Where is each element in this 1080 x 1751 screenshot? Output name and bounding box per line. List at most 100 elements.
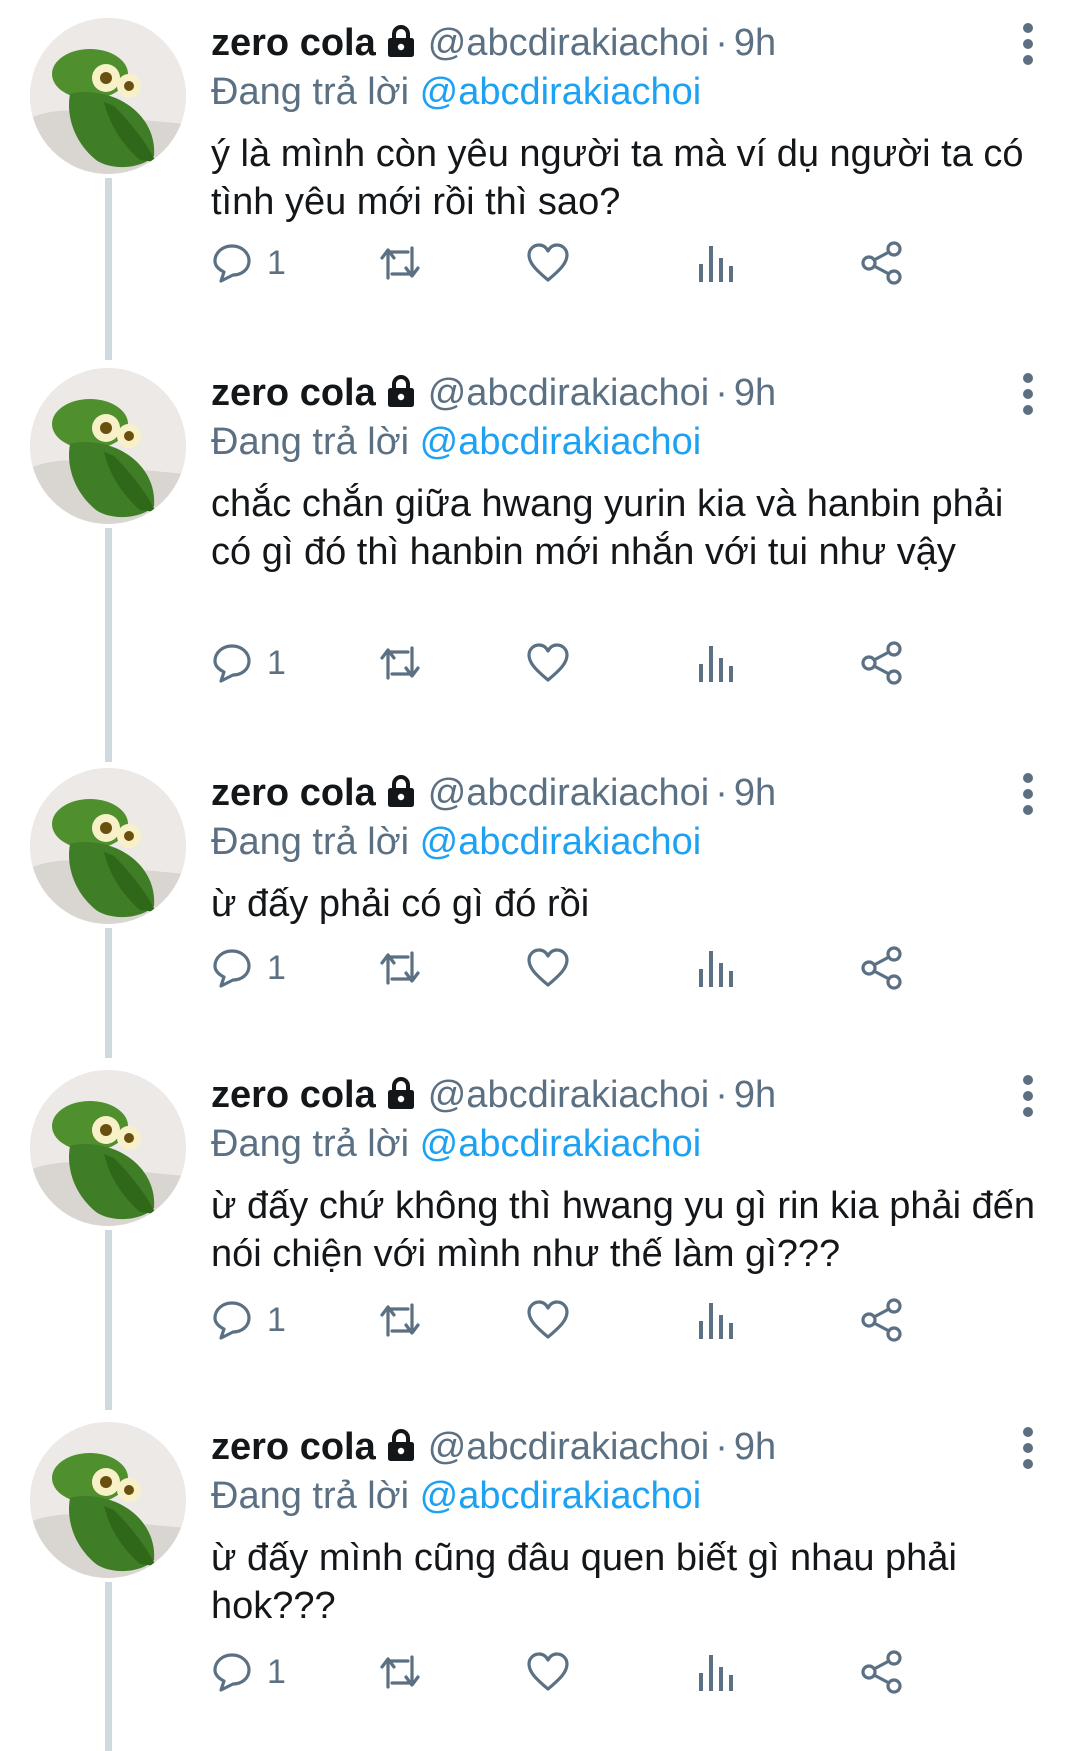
replying-to: Đang trả lời @abcdirakiachoi bbox=[211, 68, 1040, 116]
user-handle[interactable]: @abcdirakiachoi bbox=[428, 22, 710, 64]
heart-icon bbox=[526, 1651, 570, 1693]
more-vertical-icon[interactable] bbox=[1016, 1074, 1040, 1118]
share-button[interactable] bbox=[859, 1292, 905, 1348]
share-icon bbox=[859, 640, 905, 686]
replying-to-link[interactable]: @abcdirakiachoi bbox=[420, 821, 702, 863]
replying-to-link[interactable]: @abcdirakiachoi bbox=[420, 421, 702, 463]
share-button[interactable] bbox=[859, 1644, 905, 1700]
analytics-button[interactable] bbox=[696, 940, 736, 996]
timestamp[interactable]: 9h bbox=[734, 372, 776, 414]
replying-to-link[interactable]: @abcdirakiachoi bbox=[420, 71, 702, 113]
meta-separator: · bbox=[715, 372, 728, 414]
retweet-button[interactable] bbox=[376, 940, 424, 996]
replying-to: Đang trả lời @abcdirakiachoi bbox=[211, 818, 1040, 866]
retweet-button[interactable] bbox=[376, 1644, 424, 1700]
like-button[interactable] bbox=[526, 235, 570, 291]
meta-separator: · bbox=[715, 22, 728, 64]
replying-to-link[interactable]: @abcdirakiachoi bbox=[420, 1123, 702, 1165]
tweet[interactable]: zero cola @abcdirakiachoi · 9h Đang trả lời… bbox=[0, 750, 1080, 1052]
avatar[interactable] bbox=[30, 1070, 186, 1226]
lock-icon bbox=[384, 1425, 418, 1475]
share-button[interactable] bbox=[859, 235, 905, 291]
reply-icon bbox=[211, 947, 253, 989]
analytics-button[interactable] bbox=[696, 1644, 736, 1700]
reply-button[interactable]: 1 bbox=[211, 635, 286, 691]
tweet-text: chắc chắn giữa hwang yurin kia và hanbin… bbox=[211, 483, 1004, 573]
replying-to: Đang trả lời @abcdirakiachoi bbox=[211, 418, 1040, 466]
tweet-content: zero cola @abcdirakiachoi · 9h Đang trả lời… bbox=[211, 368, 1040, 576]
retweet-icon bbox=[376, 1299, 424, 1341]
tweet[interactable]: zero cola @abcdirakiachoi · 9h Đang trả lời… bbox=[0, 1052, 1080, 1404]
like-button[interactable] bbox=[526, 940, 570, 996]
avatar[interactable] bbox=[30, 1422, 186, 1578]
reply-button[interactable]: 1 bbox=[211, 235, 286, 291]
more-vertical-icon[interactable] bbox=[1016, 372, 1040, 416]
share-button[interactable] bbox=[859, 635, 905, 691]
user-handle[interactable]: @abcdirakiachoi bbox=[428, 772, 710, 814]
reply-icon bbox=[211, 1651, 253, 1693]
replying-to-label: Đang trả lời bbox=[211, 421, 410, 463]
heart-icon bbox=[526, 242, 570, 284]
tweet-actions: 1 bbox=[211, 940, 1011, 996]
replying-to-label: Đang trả lời bbox=[211, 1123, 410, 1165]
more-vertical-icon[interactable] bbox=[1016, 1426, 1040, 1470]
reply-button[interactable]: 1 bbox=[211, 940, 286, 996]
timestamp[interactable]: 9h bbox=[734, 772, 776, 814]
tweet-text: ừ đấy phải có gì đó rồi bbox=[211, 883, 590, 925]
analytics-button[interactable] bbox=[696, 1292, 736, 1348]
reply-count: 1 bbox=[267, 948, 286, 987]
analytics-button[interactable] bbox=[696, 235, 736, 291]
meta-separator: · bbox=[715, 772, 728, 814]
analytics-icon bbox=[696, 642, 736, 684]
kermit-avatar-image bbox=[30, 768, 186, 924]
avatar[interactable] bbox=[30, 768, 186, 924]
retweet-button[interactable] bbox=[376, 1292, 424, 1348]
display-name[interactable]: zero cola bbox=[211, 1074, 376, 1116]
tweet[interactable]: zero cola @abcdirakiachoi · 9h Đang trả lời… bbox=[0, 350, 1080, 750]
timestamp[interactable]: 9h bbox=[734, 1074, 776, 1116]
tweet-text: ừ đấy mình cũng đâu quen biết gì nhau ph… bbox=[211, 1537, 957, 1627]
reply-count: 1 bbox=[267, 1652, 286, 1691]
display-name[interactable]: zero cola bbox=[211, 22, 376, 64]
tweet-header: zero cola @abcdirakiachoi · 9h bbox=[211, 1422, 1040, 1472]
reply-button[interactable]: 1 bbox=[211, 1644, 286, 1700]
timestamp[interactable]: 9h bbox=[734, 22, 776, 64]
retweet-button[interactable] bbox=[376, 235, 424, 291]
user-handle[interactable]: @abcdirakiachoi bbox=[428, 1426, 710, 1468]
tweet[interactable]: zero cola @abcdirakiachoi · 9h Đang trả lời… bbox=[0, 1404, 1080, 1751]
like-button[interactable] bbox=[526, 635, 570, 691]
display-name[interactable]: zero cola bbox=[211, 772, 376, 814]
avatar[interactable] bbox=[30, 18, 186, 174]
tweet-header: zero cola @abcdirakiachoi · 9h bbox=[211, 368, 1040, 418]
heart-icon bbox=[526, 1299, 570, 1341]
like-button[interactable] bbox=[526, 1644, 570, 1700]
analytics-button[interactable] bbox=[696, 635, 736, 691]
retweet-icon bbox=[376, 642, 424, 684]
reply-button[interactable]: 1 bbox=[211, 1292, 286, 1348]
replying-to-label: Đang trả lời bbox=[211, 71, 410, 113]
share-button[interactable] bbox=[859, 940, 905, 996]
tweet-content: zero cola @abcdirakiachoi · 9h Đang trả lời… bbox=[211, 1422, 1040, 1630]
retweet-button[interactable] bbox=[376, 635, 424, 691]
tweet-header: zero cola @abcdirakiachoi · 9h bbox=[211, 1070, 1040, 1120]
avatar[interactable] bbox=[30, 368, 186, 524]
tweet-actions: 1 bbox=[211, 1292, 1011, 1348]
replying-to-link[interactable]: @abcdirakiachoi bbox=[420, 1475, 702, 1517]
tweet-actions: 1 bbox=[211, 635, 1011, 691]
reply-icon bbox=[211, 642, 253, 684]
user-handle[interactable]: @abcdirakiachoi bbox=[428, 1074, 710, 1116]
analytics-icon bbox=[696, 242, 736, 284]
share-icon bbox=[859, 945, 905, 991]
kermit-avatar-image bbox=[30, 1070, 186, 1226]
tweet[interactable]: zero cola @abcdirakiachoi · 9h Đang trả lời… bbox=[0, 0, 1080, 350]
more-vertical-icon[interactable] bbox=[1016, 772, 1040, 816]
more-vertical-icon[interactable] bbox=[1016, 22, 1040, 66]
tweet-content: zero cola @abcdirakiachoi · 9h Đang trả lời… bbox=[211, 18, 1040, 226]
like-button[interactable] bbox=[526, 1292, 570, 1348]
heart-icon bbox=[526, 947, 570, 989]
timestamp[interactable]: 9h bbox=[734, 1426, 776, 1468]
reply-count: 1 bbox=[267, 1300, 286, 1339]
display-name[interactable]: zero cola bbox=[211, 372, 376, 414]
user-handle[interactable]: @abcdirakiachoi bbox=[428, 372, 710, 414]
display-name[interactable]: zero cola bbox=[211, 1426, 376, 1468]
